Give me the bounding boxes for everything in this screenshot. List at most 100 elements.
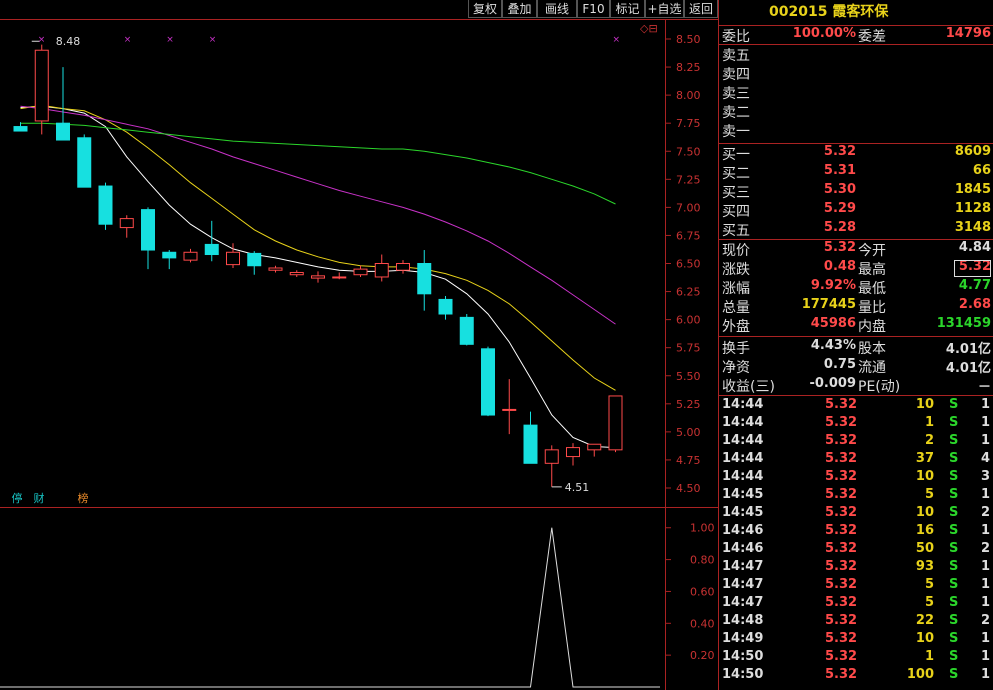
price-axis-label: 6.75 — [676, 229, 701, 242]
tick-row[interactable]: 14:47 5.32 5 S 1 — [719, 595, 993, 613]
tick-v: 10 — [915, 397, 934, 412]
tick-row[interactable]: 14:45 5.32 10 S 2 — [719, 505, 993, 523]
tick-s: S — [949, 649, 959, 664]
tick-n: 1 — [981, 523, 991, 538]
candle-body[interactable] — [204, 243, 219, 256]
candle-body[interactable] — [396, 263, 410, 271]
candle-body[interactable] — [438, 298, 453, 315]
tick-n: 2 — [981, 613, 991, 628]
tick-row[interactable]: 14:44 5.32 10 S 1 — [719, 397, 993, 415]
tick-n: 3 — [981, 469, 991, 484]
toolbar-button-4[interactable]: 标记 — [610, 0, 645, 18]
stat2-row-2-v2: － — [977, 380, 991, 395]
chart-badge-2[interactable]: 榜 — [76, 492, 90, 506]
candle-body[interactable] — [268, 267, 283, 271]
stat2-row-1-l2: 流通 — [858, 360, 886, 376]
stat-row-2-v1: 9.92% — [810, 278, 856, 293]
tick-row[interactable]: 14:47 5.32 5 S 1 — [719, 577, 993, 595]
chart-badge-1[interactable]: 财 — [32, 492, 46, 506]
tick-row[interactable]: 14:46 5.32 50 S 2 — [719, 541, 993, 559]
candle-body[interactable] — [544, 449, 559, 464]
weibi-label: 委比 — [722, 29, 750, 45]
candle-body[interactable] — [332, 276, 347, 279]
candle-body[interactable] — [523, 424, 538, 464]
price-axis-label: 4.75 — [676, 454, 701, 467]
toolbar-button-2[interactable]: 画线 — [537, 0, 577, 18]
tick-s: S — [949, 523, 959, 538]
event-marker: × — [209, 35, 217, 45]
stat-row-1-v1: 0.48 — [823, 259, 856, 274]
toolbar-button-3[interactable]: F10 — [577, 0, 610, 18]
price-axis-label: 6.25 — [676, 286, 701, 299]
tick-row[interactable]: 14:45 5.32 5 S 1 — [719, 487, 993, 505]
tick-row[interactable]: 14:44 5.32 1 S 1 — [719, 415, 993, 433]
kline-chart[interactable]: 8.50 8.25 8.00 7.75 7.50 7.25 7.00 6.75 6.50 6.25… — [0, 19, 718, 690]
tick-row[interactable]: 14:47 5.32 93 S 1 — [719, 559, 993, 577]
price-axis-label: 6.50 — [676, 258, 701, 271]
candle-body[interactable] — [98, 185, 113, 225]
indicator-axis-label: 1.00 — [690, 522, 715, 535]
tick-row[interactable]: 14:50 5.32 100 S 1 — [719, 667, 993, 685]
candle-body[interactable] — [459, 316, 474, 345]
stat-row-0-v1: 5.32 — [823, 240, 856, 255]
tick-p: 5.32 — [825, 559, 858, 574]
tick-p: 5.32 — [825, 577, 858, 592]
tick-row[interactable]: 14:46 5.32 16 S 1 — [719, 523, 993, 541]
candle-body[interactable] — [247, 252, 262, 267]
candle-body[interactable] — [608, 395, 623, 451]
candle-body[interactable] — [353, 268, 368, 276]
candle-body[interactable] — [226, 251, 240, 266]
candle-body[interactable] — [289, 271, 304, 276]
candle-body[interactable] — [417, 263, 432, 295]
candle-body[interactable] — [141, 209, 155, 251]
toolbar-button-1[interactable]: 叠加 — [502, 0, 537, 18]
tick-v: 1 — [924, 649, 934, 664]
tick-v: 2 — [924, 433, 934, 448]
tick-row[interactable]: 14:50 5.32 1 S 1 — [719, 649, 993, 667]
toolbar-button-5[interactable]: +自选 — [645, 0, 684, 18]
candle-body[interactable] — [311, 275, 325, 279]
stat-row-4: 外盘 45986 内盘 131459 — [719, 316, 993, 335]
candle-body[interactable] — [481, 348, 495, 416]
candle-body[interactable] — [162, 251, 177, 259]
tick-s: S — [949, 595, 959, 610]
candle-body[interactable] — [56, 122, 70, 141]
weicha-value: 14796 — [945, 26, 991, 41]
stat2-row-1-l1: 净资 — [722, 360, 750, 376]
toolbar-button-0[interactable]: 复权 — [468, 0, 502, 18]
buy-level-2-volume: 66 — [972, 163, 991, 178]
tick-t: 14:50 — [722, 667, 764, 682]
buy-level-5-label: 买五 — [722, 223, 750, 239]
candle-body[interactable] — [183, 251, 198, 261]
candle-body[interactable] — [566, 447, 580, 458]
tick-v: 5 — [924, 577, 934, 592]
buy-level-3: 买三 5.30 1845 — [719, 182, 993, 201]
chart-corner-icons[interactable]: ◇⊟ — [640, 22, 658, 35]
quote-panel: 002015 霞客环保 委比 100.00% 委差 14796 卖五 卖四 卖三 卖二… — [718, 0, 993, 690]
tick-row[interactable]: 14:49 5.32 10 S 1 — [719, 631, 993, 649]
toolbar-button-6[interactable]: 返回 — [684, 0, 718, 18]
candle-body[interactable] — [502, 408, 517, 411]
buy-level-3-label: 买三 — [722, 185, 750, 201]
tick-row[interactable]: 14:48 5.32 22 S 2 — [719, 613, 993, 631]
tick-row[interactable]: 14:44 5.32 37 S 4 — [719, 451, 993, 469]
candle-body[interactable] — [13, 126, 28, 132]
stat-row-1: 涨跌 0.48 最高 5.32 — [719, 259, 993, 278]
candle-body[interactable] — [587, 443, 602, 451]
candle-body[interactable] — [374, 263, 389, 278]
tick-s: S — [949, 667, 959, 682]
stat-row-2-l2: 最低 — [858, 281, 886, 297]
indicator-axis-label: 0.20 — [690, 649, 715, 662]
sell-level-1: 卖一 — [719, 121, 993, 140]
chart-badge-0[interactable]: 停 — [10, 492, 24, 506]
stat-row-4-v1: 45986 — [810, 316, 856, 331]
stat-row-3-v2: 2.68 — [958, 297, 991, 312]
stat2-row-2: 收益(三) -0.009 PE(动) － — [719, 376, 993, 395]
candle-body[interactable] — [77, 137, 92, 188]
stat-row-2: 涨幅 9.92% 最低 4.77 — [719, 278, 993, 297]
tick-row[interactable]: 14:44 5.32 2 S 1 — [719, 433, 993, 451]
tick-n: 1 — [981, 667, 991, 682]
candle-body[interactable] — [34, 49, 49, 122]
candle-body[interactable] — [119, 218, 134, 229]
tick-row[interactable]: 14:44 5.32 10 S 3 — [719, 469, 993, 487]
